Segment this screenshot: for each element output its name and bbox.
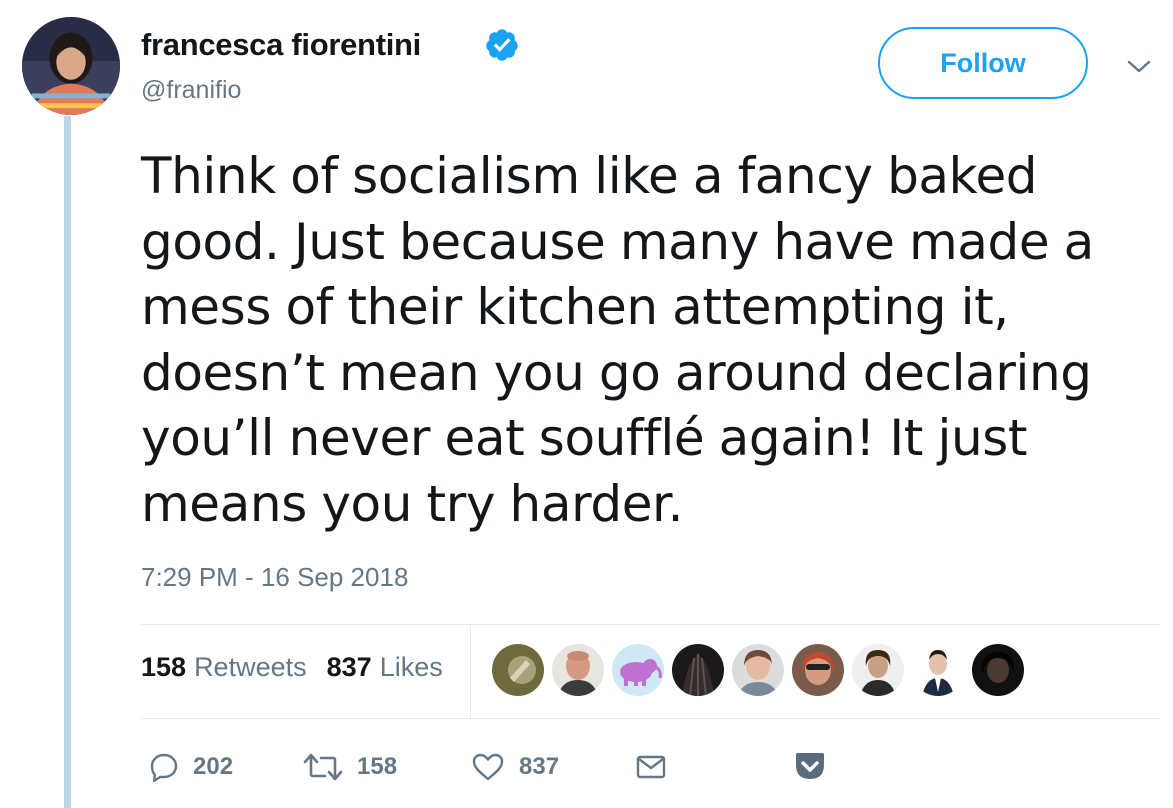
tweet-actions: 202 158 837 xyxy=(141,745,1041,789)
retweet-count: 158 xyxy=(357,753,398,780)
retweet-arrows-icon xyxy=(303,753,343,781)
retweets-label: Retweets xyxy=(194,652,307,682)
retweets-stat[interactable]: 158 Retweets xyxy=(141,652,307,683)
liker-avatar[interactable] xyxy=(612,644,664,696)
pocket-icon xyxy=(796,753,824,779)
like-button[interactable]: 837 xyxy=(471,745,559,789)
liker-avatar[interactable] xyxy=(912,644,964,696)
liker-avatar[interactable] xyxy=(492,644,544,696)
chevron-down-icon[interactable] xyxy=(1126,56,1152,76)
divider xyxy=(141,718,1161,719)
divider xyxy=(141,624,1161,625)
direct-message-button[interactable] xyxy=(635,745,667,789)
stats-divider xyxy=(470,624,471,718)
tweet-timestamp[interactable]: 7:29 PM - 16 Sep 2018 xyxy=(141,562,408,593)
tweet-stats: 158 Retweets 837 Likes xyxy=(141,652,443,683)
liker-avatar[interactable] xyxy=(852,644,904,696)
follow-button[interactable]: Follow xyxy=(878,27,1088,99)
retweets-count: 158 xyxy=(141,652,187,682)
liker-avatar[interactable] xyxy=(552,644,604,696)
reply-bubble-icon xyxy=(150,753,178,782)
reply-button[interactable]: 202 xyxy=(149,745,233,789)
likes-count: 837 xyxy=(326,652,372,682)
pocket-button[interactable] xyxy=(793,745,827,789)
liker-avatars xyxy=(492,644,1032,696)
likes-stat[interactable]: 837 Likes xyxy=(327,652,443,683)
liker-avatar[interactable] xyxy=(672,644,724,696)
tweet-text: Think of socialism like a fancy baked go… xyxy=(141,147,1094,533)
retweet-button[interactable]: 158 xyxy=(303,745,397,789)
author-name[interactable]: francesca fiorentini xyxy=(141,27,421,63)
liker-avatar[interactable] xyxy=(972,644,1024,696)
likes-label: Likes xyxy=(379,652,443,682)
liker-avatar[interactable] xyxy=(732,644,784,696)
reply-count: 202 xyxy=(193,753,234,780)
envelope-icon xyxy=(636,755,666,779)
author-handle[interactable]: @franifio xyxy=(141,76,241,105)
author-avatar[interactable] xyxy=(22,17,120,115)
liker-avatar[interactable] xyxy=(792,644,844,696)
thread-line xyxy=(64,116,71,808)
verified-badge-icon xyxy=(486,29,518,61)
like-count: 837 xyxy=(519,753,560,780)
heart-icon xyxy=(472,753,504,781)
